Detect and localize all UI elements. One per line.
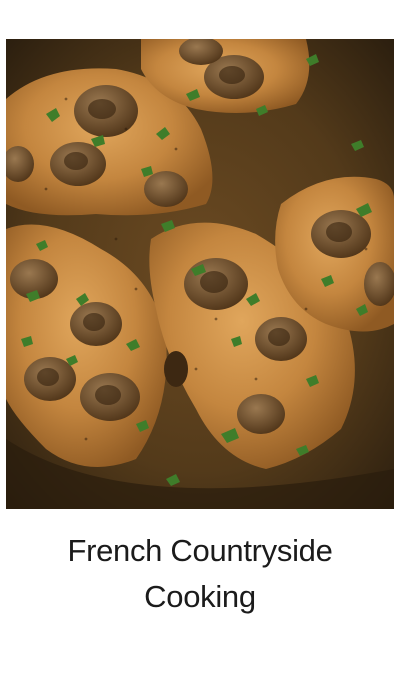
recipe-title[interactable]: French Countryside Cooking xyxy=(0,528,400,620)
dish-photo[interactable] xyxy=(6,39,394,509)
recipe-title-line-2: Cooking xyxy=(144,579,256,614)
recipe-card[interactable]: French Countryside Cooking xyxy=(0,0,400,679)
chicken-mushroom-skillet-image xyxy=(6,39,394,509)
recipe-title-line-1: French Countryside xyxy=(67,533,333,568)
